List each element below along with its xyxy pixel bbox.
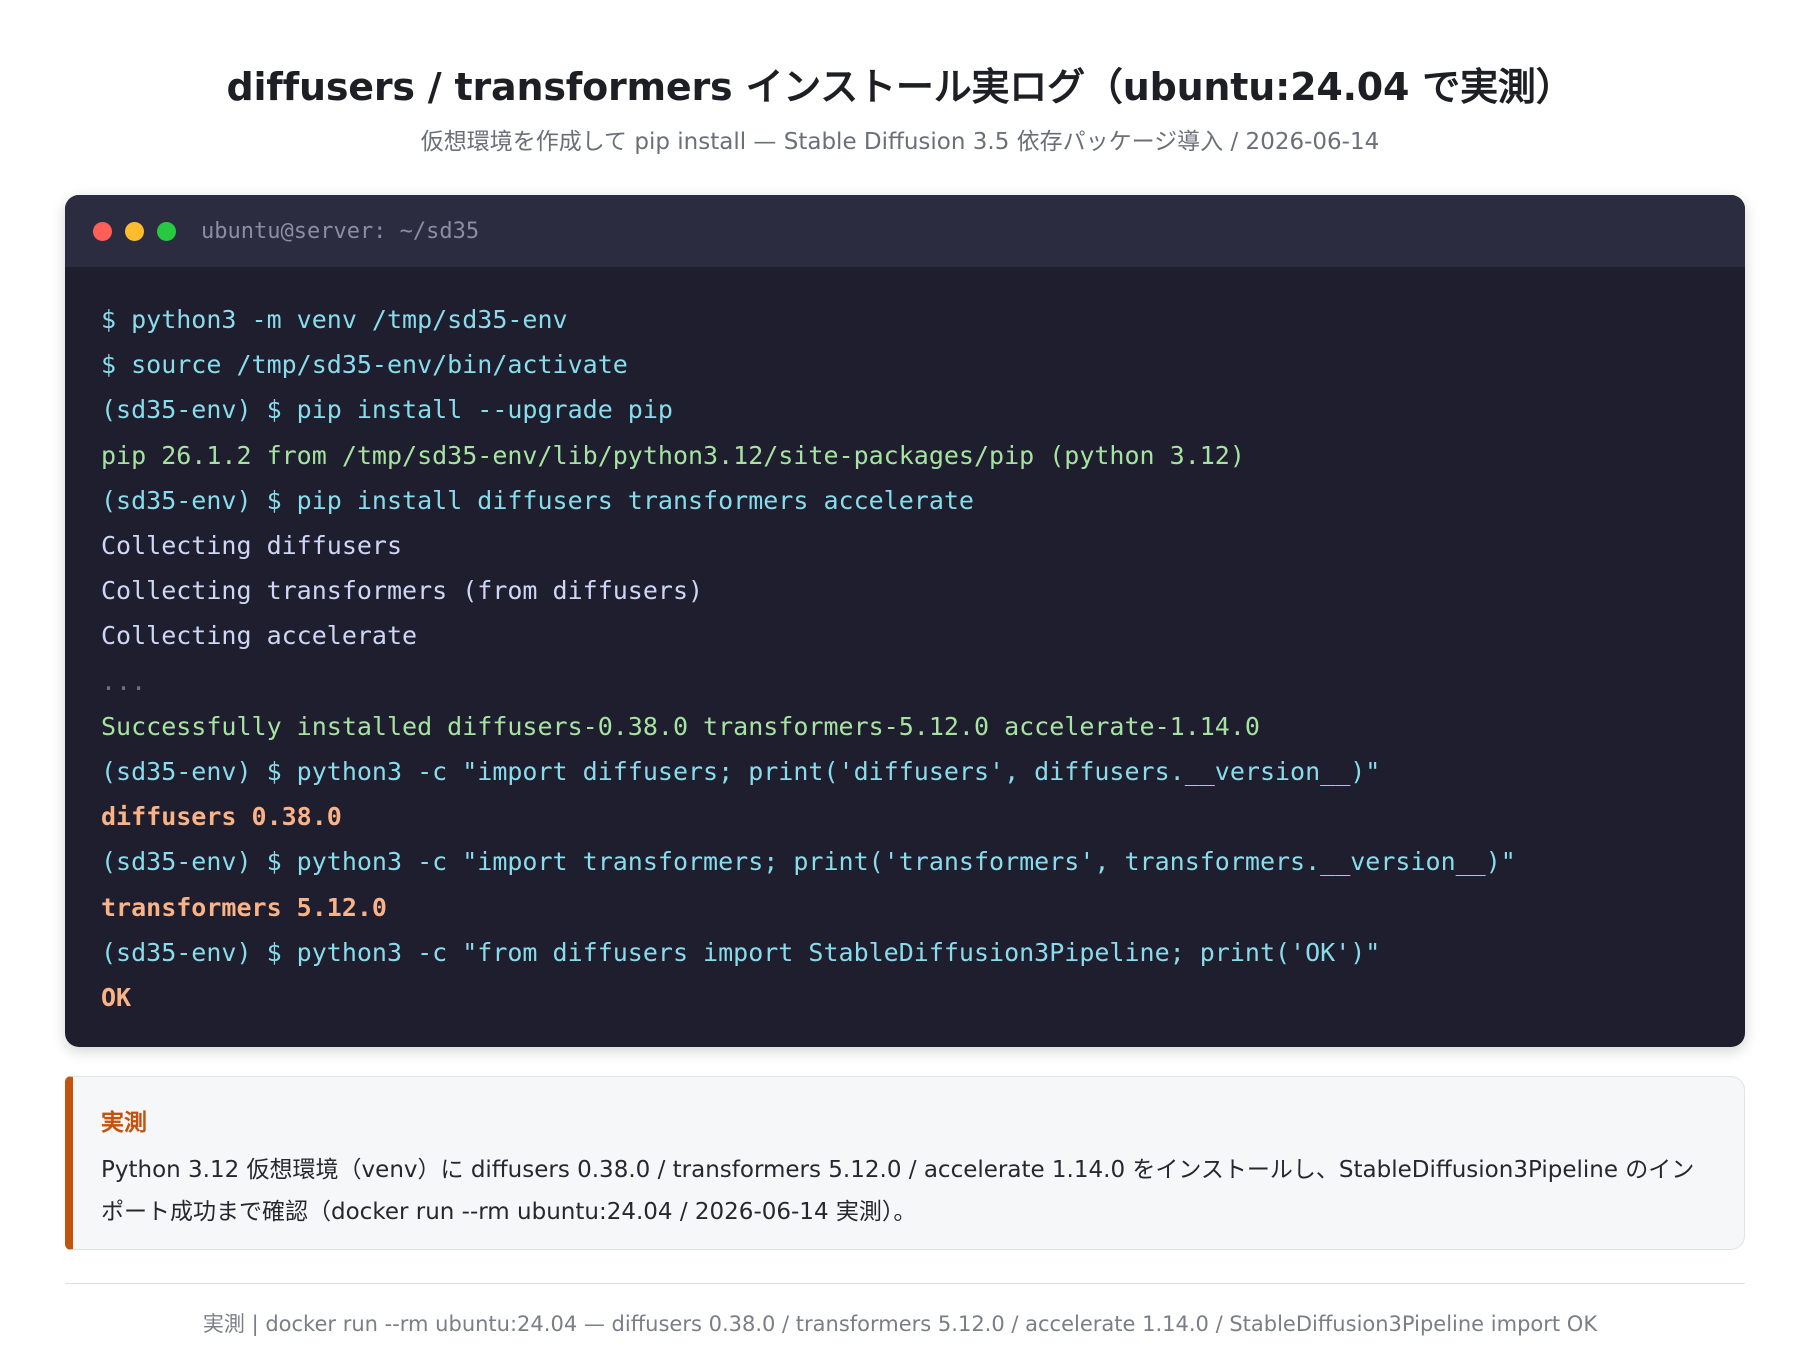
terminal-output-line: Collecting transformers (from diffusers) [101, 576, 704, 606]
page: diffusers / transformers インストール実ログ（ubunt… [0, 0, 1800, 1372]
minimize-window-icon[interactable] [125, 221, 144, 241]
note-text: Python 3.12 仮想環境（venv）に diffusers 0.38.0… [101, 1157, 1695, 1225]
footer-divider [65, 1283, 1745, 1284]
terminal-result-line: transformers 5.12.0 [101, 892, 387, 922]
terminal-output-line: Collecting diffusers [101, 531, 403, 561]
terminal-command-line: $ source /tmp/sd35-env/bin/activate [101, 350, 628, 380]
terminal-command-line: (sd35-env) $ python3 -c "import transfor… [101, 847, 1516, 877]
terminal-command-line: (sd35-env) $ pip install diffusers trans… [101, 485, 974, 515]
terminal-command-line: $ python3 -m venv /tmp/sd35-env [101, 305, 568, 334]
terminal-info-line: pip 26.1.2 from /tmp/sd35-env/lib/python… [101, 440, 1245, 470]
page-subtitle: 仮想環境を作成して pip install — Stable Diffusion… [420, 129, 1380, 155]
terminal-output-line: Collecting accelerate [101, 621, 418, 651]
terminal-title: ubuntu@server: ~/sd35 [201, 218, 480, 244]
close-window-icon[interactable] [93, 221, 112, 241]
terminal-command-line: (sd35-env) $ pip install --upgrade pip [101, 395, 673, 425]
maximize-window-icon[interactable] [157, 221, 176, 241]
terminal-success-line: Successfully installed diffusers-0.38.0 … [101, 711, 1260, 741]
terminal-command-line: (sd35-env) $ python3 -c "from diffusers … [101, 937, 1381, 967]
terminal-window[interactable]: ubuntu@server: ~/sd35 $ python3 -m venv … [65, 195, 1745, 1047]
footer-text: 実測 | docker run --rm ubuntu:24.04 — diff… [202, 1312, 1598, 1336]
terminal-result-line: OK [101, 983, 132, 1013]
page-title: diffusers / transformers インストール実ログ（ubunt… [226, 65, 1574, 109]
terminal-ellipsis-line: ... [101, 666, 147, 696]
note-label: 実測 [101, 1110, 147, 1136]
terminal-command-line: (sd35-env) $ python3 -c "import diffuser… [101, 757, 1381, 787]
terminal-result-line: diffusers 0.38.0 [101, 802, 342, 832]
terminal-titlebar[interactable]: ubuntu@server: ~/sd35 [65, 195, 1745, 267]
terminal-output[interactable]: $ python3 -m venv /tmp/sd35-env $ source … [65, 267, 1745, 1020]
note-box: 実測 Python 3.12 仮想環境（venv）に diffusers 0.3… [65, 1076, 1745, 1250]
